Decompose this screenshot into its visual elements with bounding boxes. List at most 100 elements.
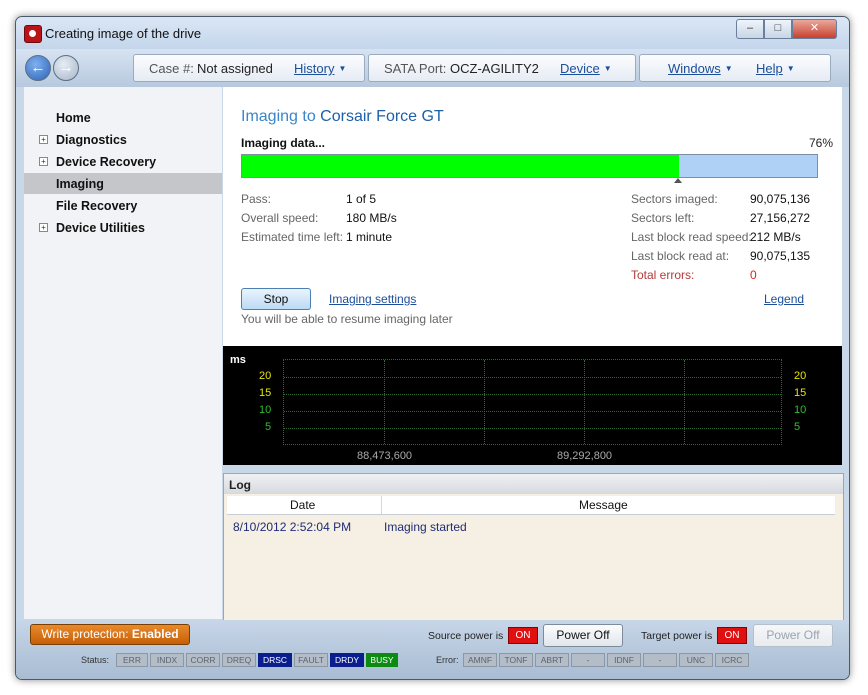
- back-arrow-icon[interactable]: ←: [25, 55, 51, 81]
- read-speed-graph: ms 20 15 10 5 20 15 10 5 88,473,600 89,2…: [223, 346, 842, 465]
- app-window: Creating image of the drive – □ ✕ ← → Ca…: [15, 16, 850, 680]
- toolbar: ← → Case #: Not assigned History ▼ SATA P…: [16, 49, 849, 87]
- progress-bar: [241, 154, 818, 178]
- status-register-indx: INDX: [150, 653, 184, 667]
- stop-button[interactable]: Stop: [241, 288, 311, 310]
- windows-menu[interactable]: Windows ▼: [668, 61, 733, 76]
- block-speed-label: Last block read speed:: [631, 230, 752, 244]
- grid-line: [284, 377, 781, 378]
- sidebar-item-device-utilities[interactable]: + Device Utilities: [24, 217, 222, 238]
- windows-menu-label: Windows: [668, 61, 721, 76]
- app-logo-icon: [24, 25, 42, 43]
- page-title: Imaging to Corsair Force GT: [241, 108, 444, 126]
- sidebar-item-imaging[interactable]: Imaging: [24, 173, 222, 194]
- status-bar: Write protection: Enabled Source power i…: [16, 620, 849, 679]
- sectors-imaged-value: 90,075,136: [750, 192, 811, 206]
- total-errors-label: Total errors:: [631, 268, 695, 282]
- sata-panel: SATA Port: OCZ-AGILITY2 Device ▼: [368, 54, 636, 82]
- sidebar-item-device-recovery[interactable]: + Device Recovery: [24, 151, 222, 172]
- error-register-unc: UNC: [679, 653, 713, 667]
- time-left-value: 1 minute: [346, 230, 393, 244]
- error-register-abrt: ABRT: [535, 653, 569, 667]
- sidebar-item-diagnostics[interactable]: + Diagnostics: [24, 129, 222, 150]
- sidebar-item-label: File Recovery: [56, 199, 138, 213]
- status-registers-label: Status:: [81, 655, 110, 665]
- total-errors-value: 0: [750, 268, 757, 282]
- log-title: Log: [229, 478, 251, 492]
- log-table-header: Date Message: [227, 496, 835, 515]
- chevron-down-icon: ▼: [786, 64, 795, 73]
- legend-link[interactable]: Legend: [764, 292, 804, 306]
- column-separator[interactable]: [381, 496, 382, 514]
- chevron-down-icon: ▼: [603, 64, 612, 73]
- y-tick-left: 10: [259, 404, 272, 416]
- y-tick-right: 20: [794, 370, 807, 382]
- status-register-corr: CORR: [186, 653, 220, 667]
- grid-line: [484, 360, 485, 444]
- progress-percent: 76%: [808, 136, 833, 150]
- expand-plus-icon[interactable]: +: [39, 157, 48, 166]
- imaging-settings-link[interactable]: Imaging settings: [329, 292, 416, 306]
- grid-line: [684, 360, 685, 444]
- imaging-panel: Imaging to Corsair Force GT Imaging data…: [223, 87, 842, 346]
- forward-arrow-icon[interactable]: →: [53, 55, 79, 81]
- grid-line: [584, 360, 585, 444]
- window-controls: – □ ✕: [736, 19, 837, 39]
- history-menu[interactable]: History ▼: [294, 61, 346, 76]
- source-power-state-badge: ON: [508, 627, 538, 644]
- status-register-busy: BUSY: [366, 653, 398, 667]
- status-text: Imaging data...: [241, 136, 326, 150]
- source-power-off-button[interactable]: Power Off: [543, 624, 623, 647]
- pass-label: Pass:: [241, 192, 272, 206]
- pass-value: 1 of 5: [346, 192, 377, 206]
- sata-label: SATA Port:: [384, 61, 447, 76]
- windows-help-panel: Windows ▼ Help ▼: [639, 54, 831, 82]
- write-protection-label: Write protection:: [41, 627, 129, 641]
- window-title: Creating image of the drive: [45, 26, 202, 41]
- case-label: Case #:: [149, 61, 194, 76]
- graph-unit-label: ms: [230, 354, 246, 366]
- expand-plus-icon[interactable]: +: [39, 223, 48, 232]
- y-tick-right: 5: [794, 421, 801, 433]
- source-power-label: Source power is: [428, 630, 504, 642]
- log-panel: Log Date Message 8/10/2012 2:52:04 PM Im…: [223, 473, 844, 621]
- device-menu[interactable]: Device ▼: [560, 61, 612, 76]
- write-protection-button[interactable]: Write protection: Enabled: [30, 624, 190, 645]
- status-register-drsc: DRSC: [258, 653, 292, 667]
- grid-line: [284, 394, 781, 395]
- sidebar-item-home[interactable]: Home: [24, 107, 222, 128]
- grid-line: [284, 428, 781, 429]
- grid-line: [384, 360, 385, 444]
- status-register-dreq: DREQ: [222, 653, 256, 667]
- sidebar-item-file-recovery[interactable]: File Recovery: [24, 195, 222, 216]
- target-power-label: Target power is: [641, 630, 713, 642]
- error-register-blank: -: [643, 653, 677, 667]
- target-power-off-button[interactable]: Power Off: [753, 624, 833, 647]
- progress-marker-icon: [674, 178, 682, 183]
- log-title-bar: Log: [224, 474, 843, 494]
- column-header-message[interactable]: Message: [579, 498, 628, 512]
- column-header-date[interactable]: Date: [290, 498, 315, 512]
- resume-hint: You will be able to resume imaging later: [241, 312, 453, 326]
- graph-grid: [283, 359, 782, 445]
- minimize-button[interactable]: –: [736, 19, 764, 39]
- y-tick-left: 15: [259, 387, 272, 399]
- history-menu-label: History: [294, 61, 335, 76]
- case-panel: Case #: Not assigned History ▼: [133, 54, 365, 82]
- error-registers-label: Error:: [436, 655, 459, 665]
- status-register-err: ERR: [116, 653, 148, 667]
- case-value: Not assigned: [197, 61, 273, 76]
- chevron-down-icon: ▼: [338, 64, 347, 73]
- error-register-icrc: ICRC: [715, 653, 749, 667]
- maximize-button[interactable]: □: [764, 19, 792, 39]
- expand-plus-icon[interactable]: +: [39, 135, 48, 144]
- error-register-blank: -: [571, 653, 605, 667]
- sidebar-item-label: Imaging: [56, 177, 104, 191]
- progress-fill: [242, 155, 679, 177]
- error-register-idnf: IDNF: [607, 653, 641, 667]
- log-row-message: Imaging started: [384, 520, 467, 534]
- status-register-drdy: DRDY: [330, 653, 364, 667]
- close-button[interactable]: ✕: [792, 19, 837, 39]
- sectors-left-value: 27,156,272: [750, 211, 811, 225]
- help-menu[interactable]: Help ▼: [756, 61, 795, 76]
